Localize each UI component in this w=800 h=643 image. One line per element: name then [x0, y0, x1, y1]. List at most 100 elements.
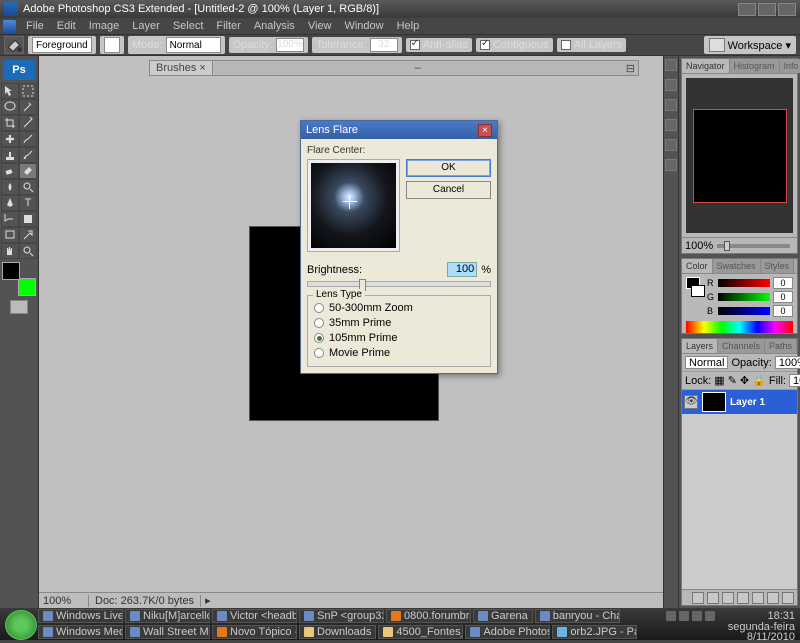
marquee-tool[interactable]	[19, 83, 37, 99]
background-swatch[interactable]	[18, 278, 36, 296]
menu-edit[interactable]: Edit	[51, 20, 82, 32]
menu-help[interactable]: Help	[391, 20, 426, 32]
nav-zoom[interactable]: 100%	[685, 240, 713, 252]
link-icon[interactable]	[692, 592, 704, 604]
dock-icon[interactable]	[665, 139, 677, 151]
nav-zoom-slider[interactable]	[717, 244, 790, 248]
brushes-tab[interactable]: Brushes ×	[150, 61, 213, 75]
group-icon[interactable]	[752, 592, 764, 604]
g-input[interactable]: 0	[773, 291, 793, 303]
contiguous-checkbox[interactable]	[480, 40, 490, 50]
eraser-tool[interactable]	[1, 163, 19, 179]
taskbar-item[interactable]: Niku[M]arcello <th...	[125, 609, 210, 623]
lasso-tool[interactable]	[1, 99, 19, 115]
type-tool[interactable]: T	[19, 195, 37, 211]
lens-opt-2[interactable]: 105mm Prime	[314, 332, 484, 344]
crop-tool[interactable]	[1, 115, 19, 131]
lock-all-icon[interactable]: 🔒	[752, 374, 766, 387]
lens-opt-3[interactable]: Movie Prime	[314, 347, 484, 359]
spectrum-bar[interactable]	[686, 321, 793, 333]
lens-opt-0[interactable]: 50-300mm Zoom	[314, 302, 484, 314]
panel-collapse-icon[interactable]: –	[412, 62, 424, 74]
fx-icon[interactable]	[707, 592, 719, 604]
r-input[interactable]: 0	[773, 277, 793, 289]
flare-crosshair-icon[interactable]	[343, 195, 357, 209]
mask-icon[interactable]	[722, 592, 734, 604]
layer-row[interactable]: 👁 Layer 1	[682, 390, 797, 414]
menu-filter[interactable]: Filter	[210, 20, 246, 32]
color-swatches[interactable]	[2, 262, 36, 296]
tab-channels[interactable]: Channels	[718, 339, 765, 353]
menu-file[interactable]: File	[20, 20, 50, 32]
close-button[interactable]	[778, 3, 796, 16]
alllayers-checkbox[interactable]	[561, 40, 571, 50]
menu-analysis[interactable]: Analysis	[248, 20, 301, 32]
layer-fill-input[interactable]: 100%	[789, 374, 800, 387]
mode-select[interactable]: Normal	[166, 37, 221, 53]
notes-tool[interactable]	[1, 227, 19, 243]
slice-tool[interactable]	[19, 115, 37, 131]
layer-visibility-icon[interactable]: 👁	[684, 395, 698, 409]
foreground-swatch[interactable]	[2, 262, 20, 280]
tray-icon[interactable]	[692, 611, 702, 621]
shape-tool[interactable]	[19, 211, 37, 227]
tab-swatches[interactable]: Swatches	[713, 259, 761, 273]
opacity-input[interactable]: 100%	[276, 38, 304, 52]
layer-thumbnail[interactable]	[702, 392, 726, 412]
zoom-field[interactable]: 100%	[39, 595, 89, 607]
heal-tool[interactable]: ✚	[1, 131, 19, 147]
brightness-slider[interactable]	[307, 281, 491, 287]
dodge-tool[interactable]	[19, 179, 37, 195]
tray-icon[interactable]	[679, 611, 689, 621]
tab-color[interactable]: Color	[682, 259, 713, 273]
quickmask-button[interactable]	[10, 300, 28, 314]
workspace-menu[interactable]: Workspace ▾	[704, 36, 796, 54]
bucket-icon[interactable]	[4, 36, 24, 54]
ps-logo[interactable]: Ps	[3, 60, 35, 80]
taskbar-item[interactable]: Garena	[473, 609, 533, 623]
blur-tool[interactable]	[1, 179, 19, 195]
tray-icon[interactable]	[666, 611, 676, 621]
eyedropper-tool[interactable]	[19, 227, 37, 243]
date[interactable]: segunda-feira8/11/2010	[723, 622, 800, 642]
layer-opacity-input[interactable]: 100%	[775, 356, 800, 369]
tab-paths[interactable]: Paths	[765, 339, 797, 353]
r-slider[interactable]	[718, 279, 770, 287]
dock-icon[interactable]	[665, 79, 677, 91]
hand-tool[interactable]	[1, 243, 19, 259]
dialog-titlebar[interactable]: Lens Flare ×	[301, 121, 497, 139]
adjustment-icon[interactable]	[737, 592, 749, 604]
history-brush-tool[interactable]	[19, 147, 37, 163]
taskbar-item[interactable]: Novo Tópico - Moz...	[212, 625, 297, 639]
start-button[interactable]	[5, 610, 37, 640]
flare-preview[interactable]	[307, 159, 400, 252]
path-tool[interactable]	[1, 211, 19, 227]
menu-layer[interactable]: Layer	[126, 20, 166, 32]
zoom-tool[interactable]	[19, 243, 37, 259]
tab-layers[interactable]: Layers	[682, 339, 718, 353]
tab-histogram[interactable]: Histogram	[730, 59, 780, 73]
menu-window[interactable]: Window	[338, 20, 389, 32]
maximize-button[interactable]	[758, 3, 776, 16]
taskbar-item[interactable]: Windows Live Mes...	[38, 609, 123, 623]
menu-select[interactable]: Select	[167, 20, 210, 32]
brush-tool[interactable]	[19, 131, 37, 147]
tab-styles[interactable]: Styles	[761, 259, 795, 273]
menu-image[interactable]: Image	[83, 20, 126, 32]
brushes-panel[interactable]: Brushes × – ⊟	[149, 60, 639, 76]
g-slider[interactable]	[718, 293, 770, 301]
antialias-checkbox[interactable]	[410, 40, 420, 50]
layer-name[interactable]: Layer 1	[730, 397, 765, 408]
minimize-button[interactable]	[738, 3, 756, 16]
lock-transparent-icon[interactable]: ▦	[714, 374, 724, 387]
taskbar-item[interactable]: Victor <headbang...	[212, 609, 297, 623]
taskbar-item[interactable]: Adobe Photoshop ...	[465, 625, 550, 639]
clock[interactable]: 18:31	[762, 611, 800, 621]
move-tool[interactable]	[1, 83, 19, 99]
cancel-button[interactable]: Cancel	[406, 181, 491, 199]
taskbar-item[interactable]: Wall Street Money ...	[125, 625, 210, 639]
lens-opt-1[interactable]: 35mm Prime	[314, 317, 484, 329]
b-slider[interactable]	[718, 307, 770, 315]
trash-icon[interactable]	[782, 592, 794, 604]
panel-close-icon[interactable]: ⊟	[623, 62, 638, 75]
